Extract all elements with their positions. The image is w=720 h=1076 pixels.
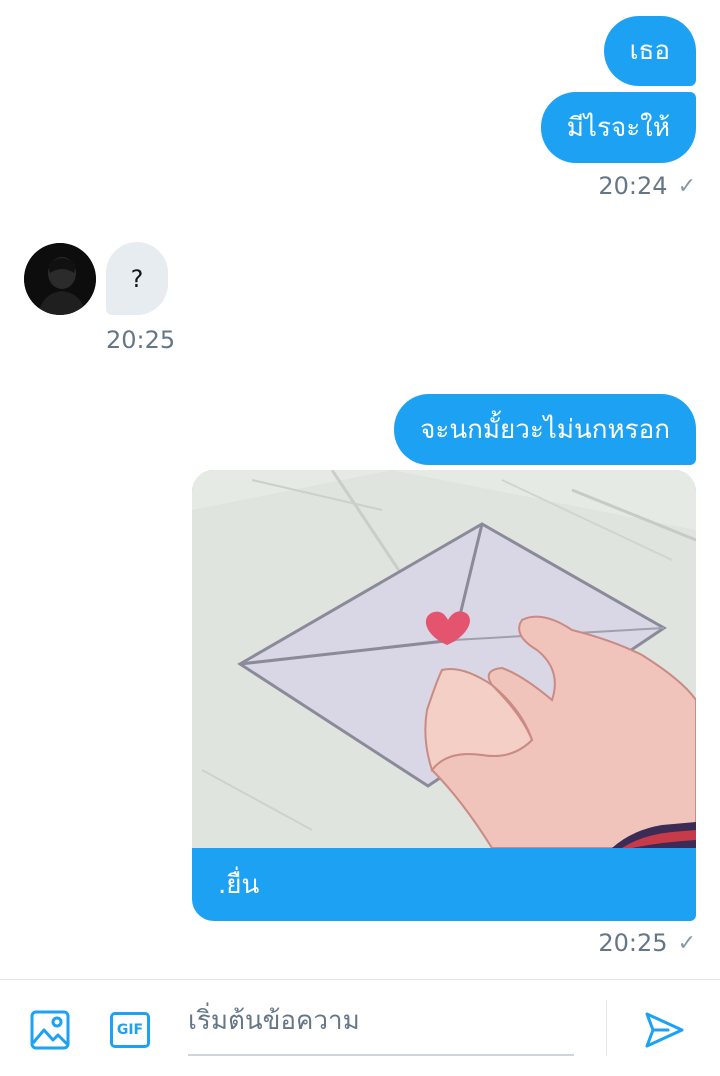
- outgoing-message[interactable]: เธอ: [603, 16, 696, 86]
- message-text: มีไรจะให้: [566, 112, 670, 143]
- add-image-button[interactable]: [28, 1008, 72, 1052]
- message-input[interactable]: [188, 1000, 574, 1042]
- check-icon: ✓: [677, 930, 696, 956]
- message-timestamp: 20:25: [106, 326, 175, 354]
- incoming-message[interactable]: ?: [106, 242, 168, 315]
- avatar-photo: [24, 243, 96, 315]
- image-icon: [30, 1010, 70, 1050]
- avatar[interactable]: [24, 243, 96, 315]
- timestamp-text: 20:25: [106, 326, 176, 354]
- message-timestamp: 20:24 ✓: [598, 172, 696, 200]
- outgoing-message[interactable]: จะนกมั้ยวะไม่นกหรอก: [394, 394, 696, 465]
- caption-text: .ยื่น: [218, 870, 260, 900]
- envelope-image[interactable]: [192, 470, 696, 848]
- message-composer: GIF: [0, 979, 720, 1076]
- outgoing-message[interactable]: มีไรจะให้: [540, 92, 696, 163]
- gif-icon: GIF: [110, 1012, 150, 1048]
- timestamp-text: 20:24: [598, 172, 668, 200]
- media-message[interactable]: .ยื่น: [192, 470, 696, 921]
- send-button[interactable]: [640, 1006, 688, 1054]
- gif-label: GIF: [116, 1022, 144, 1038]
- message-text: จะนกมั้ยวะไม่นกหรอก: [420, 414, 670, 445]
- media-caption: .ยื่น: [192, 848, 696, 921]
- message-text: ?: [130, 264, 144, 293]
- message-input-container: [188, 1000, 574, 1056]
- composer-divider: [606, 1000, 607, 1056]
- message-text: เธอ: [629, 36, 670, 66]
- add-gif-button[interactable]: GIF: [108, 1008, 152, 1052]
- check-icon: ✓: [677, 173, 696, 199]
- message-timestamp: 20:25 ✓: [598, 929, 696, 957]
- send-icon: [645, 1012, 684, 1048]
- conversation: เธอ มีไรจะให้ 20:24 ✓ ? 20:25 จะนกมั้ยวะ…: [0, 0, 720, 978]
- timestamp-text: 20:25: [598, 929, 668, 957]
